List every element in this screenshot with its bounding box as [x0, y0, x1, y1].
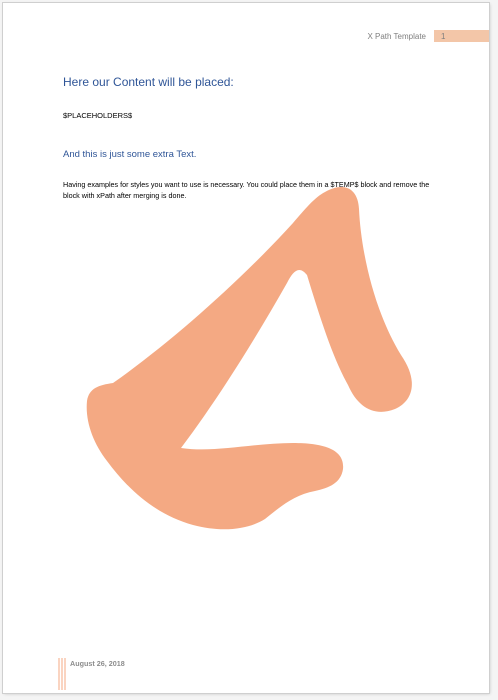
document-page: X Path Template 1 Here our Content will … — [3, 3, 489, 693]
content-heading: Here our Content will be placed: — [63, 75, 234, 89]
page-number: 1 — [441, 32, 446, 41]
header-title: X Path Template — [367, 32, 426, 41]
body-paragraph: Having examples for styles you want to u… — [63, 180, 430, 200]
footer-date: August 26, 2018 — [70, 659, 125, 668]
placeholder-text: $PLACEHOLDERS$ — [63, 111, 133, 120]
triangle-brush-logo-icon — [86, 187, 412, 530]
footer-accent-lines — [58, 658, 66, 690]
page-number-box: 1 — [434, 30, 489, 42]
content-subheading: And this is just some extra Text. — [63, 149, 197, 160]
